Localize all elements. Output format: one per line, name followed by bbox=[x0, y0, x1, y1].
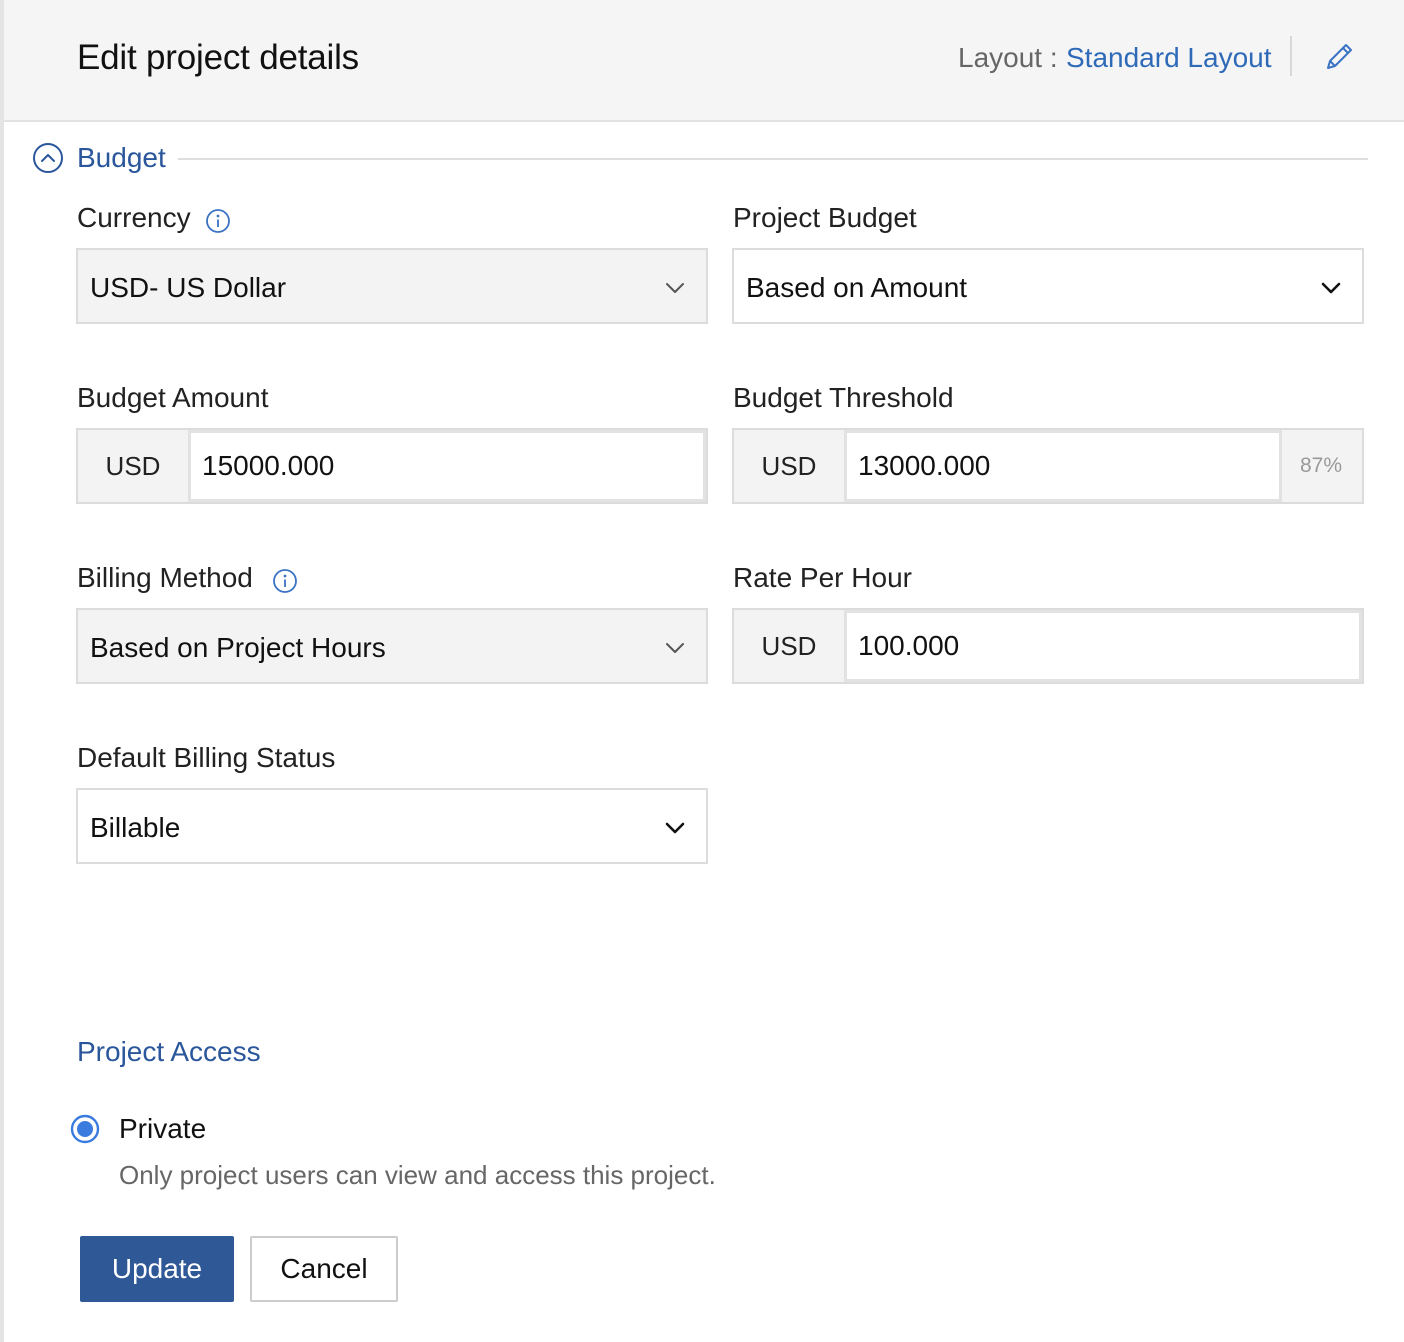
panel-header: Edit project details Layout : Standard L… bbox=[4, 0, 1404, 122]
edit-project-panel: Edit project details Layout : Standard L… bbox=[0, 0, 1404, 1342]
rate-per-hour-input[interactable] bbox=[844, 610, 1362, 682]
chevron-down-icon bbox=[666, 283, 684, 293]
default-billing-status-label: Default Billing Status bbox=[77, 742, 336, 773]
project-budget-value: Based on Amount bbox=[746, 272, 968, 303]
currency-prefix: USD bbox=[105, 451, 161, 481]
billing-method-select[interactable]: Based on Project Hours bbox=[76, 608, 708, 684]
section-title-budget: Budget bbox=[77, 142, 166, 173]
project-access-title: Project Access bbox=[77, 1036, 261, 1067]
budget-amount-input[interactable] bbox=[188, 430, 706, 502]
project-budget-label: Project Budget bbox=[733, 202, 917, 233]
default-billing-status-value: Billable bbox=[90, 812, 181, 843]
chevron-down-icon bbox=[666, 643, 684, 653]
budget-threshold-input[interactable] bbox=[844, 430, 1282, 502]
private-radio-description: Only project users can view and access t… bbox=[119, 1160, 716, 1190]
budget-threshold-field: USD 87% bbox=[732, 428, 1364, 504]
currency-label: Currency bbox=[77, 202, 191, 233]
default-billing-status-select[interactable]: Billable bbox=[76, 788, 708, 864]
private-radio[interactable] bbox=[70, 1114, 100, 1144]
currency-prefix: USD bbox=[761, 451, 817, 481]
budget-section-header: Budget bbox=[32, 140, 1368, 180]
header-divider bbox=[1290, 36, 1292, 76]
pencil-icon[interactable] bbox=[1322, 40, 1356, 74]
layout-link[interactable]: Standard Layout bbox=[1066, 42, 1272, 74]
chevron-down-icon bbox=[1321, 282, 1341, 294]
page-title: Edit project details bbox=[77, 38, 359, 77]
billing-method-label: Billing Method bbox=[77, 562, 253, 593]
layout-label: Layout : bbox=[958, 42, 1058, 73]
section-divider bbox=[178, 158, 1368, 160]
threshold-percent: 87% bbox=[1299, 454, 1343, 477]
info-icon[interactable] bbox=[205, 208, 231, 234]
billing-method-value: Based on Project Hours bbox=[90, 632, 386, 663]
currency-value: USD- US Dollar bbox=[90, 272, 287, 303]
private-radio-label[interactable]: Private bbox=[119, 1113, 206, 1145]
budget-amount-label: Budget Amount bbox=[77, 382, 269, 413]
chevron-down-icon bbox=[665, 822, 685, 834]
rate-per-hour-field: USD bbox=[732, 608, 1364, 684]
currency-prefix: USD bbox=[761, 631, 817, 661]
cancel-button[interactable]: Cancel bbox=[250, 1236, 398, 1302]
currency-select[interactable]: USD- US Dollar bbox=[76, 248, 708, 324]
rate-per-hour-label: Rate Per Hour bbox=[733, 562, 912, 593]
budget-amount-field: USD bbox=[76, 428, 708, 504]
budget-threshold-label: Budget Threshold bbox=[733, 382, 954, 413]
project-budget-select[interactable]: Based on Amount bbox=[732, 248, 1364, 324]
update-button[interactable]: Update bbox=[80, 1236, 234, 1302]
chevron-up-circle-icon[interactable] bbox=[32, 142, 64, 174]
info-icon[interactable] bbox=[272, 568, 298, 594]
